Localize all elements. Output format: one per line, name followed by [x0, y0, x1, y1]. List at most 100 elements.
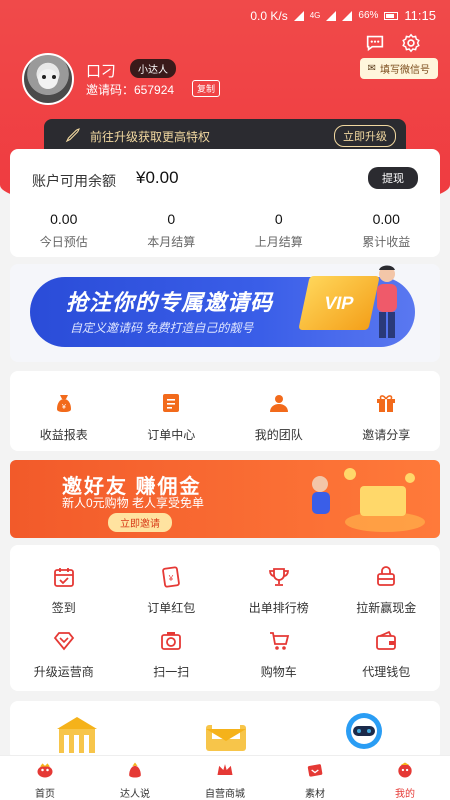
building-icon[interactable]	[52, 715, 102, 755]
stat-last-month[interactable]: 0 上月结算	[225, 211, 333, 250]
mail-icon[interactable]	[204, 717, 248, 753]
stat-label: 今日预估	[39, 235, 88, 249]
tab-label: 达人说	[120, 789, 150, 800]
status-bar: 0.0 K/s 4G 66% 11:15	[0, 0, 450, 30]
tools-grid: 签到 ¥ 订单红包 出单排行榜 拉新赢现金 升级运营商 扫一扫 购物车 代理钱包	[10, 545, 440, 691]
network-type: 4G	[309, 11, 321, 20]
wechat-icon: ✉	[367, 63, 376, 74]
tab-self-mall[interactable]: 自营商城	[180, 756, 270, 800]
invite-illustration-icon	[312, 468, 425, 532]
invite-friends-banner[interactable]: 邀好友 赚佣金 新人0元购物 老人享受免单 立即邀请	[10, 460, 440, 538]
tool-label: 拉新赢现金	[356, 601, 417, 615]
tool-scan[interactable]: 扫一扫	[118, 629, 226, 680]
stat-this-month[interactable]: 0 本月结算	[118, 211, 226, 250]
banner-subtitle: 自定义邀请码 免费打造自己的靓号	[70, 321, 254, 335]
trophy-icon	[268, 568, 289, 586]
fill-wechat-label: 填写微信号	[380, 65, 430, 76]
wallet-icon	[376, 630, 397, 650]
copy-invite-code-button[interactable]: 复制	[192, 80, 221, 97]
menu-order-center[interactable]: 订单中心	[118, 371, 226, 451]
diamond-icon	[53, 632, 74, 651]
person-illustration-icon	[377, 265, 397, 338]
shopping-bag-icon	[377, 566, 396, 586]
tab-home[interactable]: 首页	[0, 756, 90, 800]
fill-wechat-button[interactable]: ✉ 填写微信号	[359, 58, 438, 79]
battery-icon	[384, 11, 399, 20]
invite-code: 邀请码：657924	[86, 83, 175, 97]
menu-my-team[interactable]: 我的团队	[225, 371, 333, 451]
upgrade-now-button[interactable]: 立即升级	[334, 125, 396, 147]
stat-label: 本月结算	[147, 235, 196, 249]
tool-agent-wallet[interactable]: 代理钱包	[333, 629, 441, 680]
menu-label: 收益报表	[39, 428, 88, 442]
tool-label: 升级运营商	[33, 665, 94, 679]
username: 口刁	[86, 63, 117, 80]
robot-service-icon[interactable]	[344, 711, 384, 751]
tool-ranking[interactable]: 出单排行榜	[225, 565, 333, 616]
upgrade-bar[interactable]: 前往升级获取更高特权 立即升级	[44, 119, 406, 151]
avatar-dog-face	[38, 69, 58, 89]
earnings-stats: 0.00 今日预估 0 本月结算 0 上月结算 0.00 累计收益	[10, 211, 440, 250]
stat-today-estimate[interactable]: 0.00 今日预估	[10, 211, 118, 250]
tool-order-red-envelope[interactable]: ¥ 订单红包	[118, 565, 226, 616]
invite-now-button[interactable]: 立即邀请	[108, 513, 172, 532]
stat-value: 0.00	[372, 211, 400, 227]
stat-total-earnings[interactable]: 0.00 累计收益	[333, 211, 441, 250]
clock: 11:15	[404, 8, 436, 23]
gift-icon	[377, 395, 396, 412]
tab-label: 我的	[395, 789, 415, 800]
menu-earnings-report[interactable]: ¥ 收益报表	[10, 371, 118, 451]
camera-scan-icon	[161, 632, 182, 650]
calendar-check-icon	[53, 568, 74, 587]
battery-percent: 66%	[358, 10, 379, 21]
tool-cart[interactable]: 购物车	[225, 629, 333, 680]
wifi-icon	[293, 10, 304, 21]
withdraw-button[interactable]: 提现	[368, 167, 418, 189]
settings-gear-icon[interactable]	[400, 32, 422, 54]
stat-value: 0.00	[50, 211, 78, 227]
bottom-feature-card	[10, 701, 440, 761]
tool-checkin[interactable]: 签到	[10, 565, 118, 616]
balance-value: ¥0.00	[136, 168, 179, 187]
tool-label: 出单排行榜	[248, 601, 309, 615]
menu-invite-share[interactable]: 邀请分享	[333, 371, 441, 451]
balance-card: 账户可用余额 ¥0.00 提现 0.00 今日预估 0 本月结算 0 上月结算 …	[10, 149, 440, 257]
avatar-eye-right	[52, 75, 56, 79]
svg-text:¥: ¥	[168, 574, 174, 583]
tab-label: 素材	[305, 789, 325, 800]
tab-label: 自营商城	[205, 789, 245, 800]
svg-text:¥: ¥	[62, 404, 66, 411]
tool-label: 扫一扫	[153, 665, 190, 679]
material-icon	[307, 764, 323, 777]
upgrade-text: 前往升级获取更高特权	[90, 130, 211, 144]
tool-label: 购物车	[260, 665, 297, 679]
tool-upgrade-operator[interactable]: 升级运营商	[10, 629, 118, 680]
home-icon	[37, 763, 53, 778]
tab-mine[interactable]: 我的	[360, 756, 450, 800]
money-bag-icon: ¥	[56, 395, 71, 412]
tab-label: 首页	[35, 789, 55, 800]
message-icon[interactable]	[364, 32, 386, 54]
tool-label: 订单红包	[147, 601, 196, 615]
rocket-icon	[65, 128, 80, 143]
tool-label: 代理钱包	[362, 665, 411, 679]
avatar[interactable]	[22, 53, 74, 105]
crown-icon	[217, 764, 233, 775]
stat-label: 累计收益	[362, 235, 411, 249]
stat-value: 0	[167, 211, 176, 227]
vip-card-graphic: VIP	[298, 276, 380, 330]
tool-label: 签到	[51, 601, 76, 615]
menu-label: 我的团队	[254, 428, 303, 442]
menu-label: 邀请分享	[362, 428, 411, 442]
team-icon	[269, 395, 288, 412]
net-speed: 0.0 K/s	[250, 8, 288, 23]
tab-talent-talk[interactable]: 达人说	[90, 756, 180, 800]
stat-value: 0	[274, 211, 283, 227]
main-menu: ¥ 收益报表 订单中心 我的团队 邀请分享	[10, 371, 440, 451]
tool-invite-cash[interactable]: 拉新赢现金	[333, 565, 441, 616]
tab-material[interactable]: 素材	[270, 756, 360, 800]
banner-subtitle: 新人0元购物 老人享受免单	[62, 496, 205, 510]
balance-label: 账户可用余额	[32, 173, 116, 189]
mine-icon	[398, 762, 412, 778]
menu-label: 订单中心	[147, 428, 196, 442]
